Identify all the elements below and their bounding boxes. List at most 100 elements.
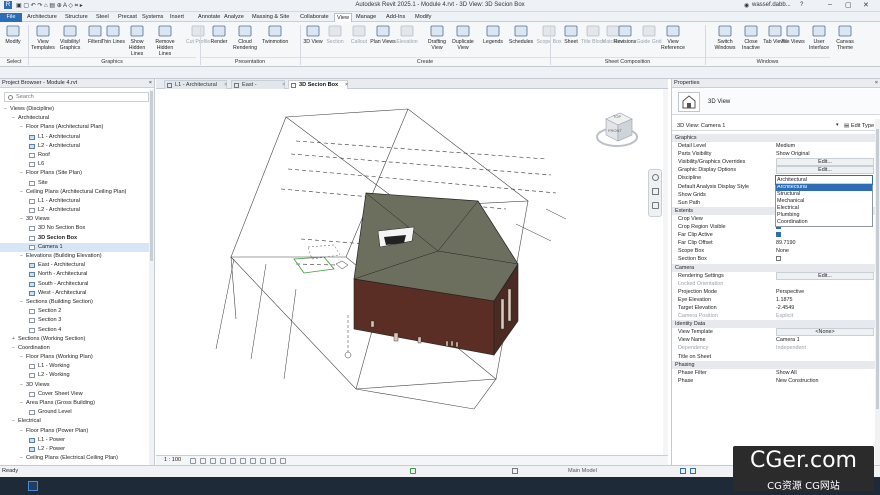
tree-item-camera-1[interactable]: Camera 1 (0, 242, 150, 252)
ribbon-button-view-reference[interactable]: View Reference (660, 24, 686, 51)
active-model[interactable]: Main Model (568, 468, 597, 474)
properties-scrollbar[interactable] (875, 119, 880, 465)
tree-item-floor-plans-working-plan[interactable]: − Floor Plans (Working Plan) (0, 353, 150, 362)
property-value[interactable]: Camera 1 (776, 336, 874, 344)
ribbon-button-modify[interactable]: Modify (0, 24, 26, 45)
tree-toggle-icon[interactable]: − (20, 215, 23, 224)
sun-path-icon[interactable] (210, 458, 216, 464)
render-icon[interactable] (230, 458, 236, 464)
close-icon[interactable]: × (875, 79, 878, 88)
tree-toggle-icon[interactable]: − (20, 381, 23, 390)
chevron-down-icon[interactable]: ▾ (836, 122, 839, 128)
tree-item-architectural[interactable]: − Architectural (0, 114, 150, 123)
property-value[interactable]: New Construction (776, 377, 874, 385)
tree-toggle-icon[interactable]: − (20, 252, 23, 261)
tree-item-ground-level[interactable]: Ground Level (0, 408, 150, 417)
minimize-icon[interactable]: – (828, 1, 832, 8)
show-crop-icon[interactable] (250, 458, 256, 464)
close-icon[interactable]: × (149, 79, 152, 88)
property-section-identity-data[interactable]: Identity Data (672, 320, 876, 329)
ribbon-button-user-interface[interactable]: User Interface (806, 24, 832, 51)
tab-view[interactable]: View (334, 13, 353, 22)
tree-toggle-icon[interactable]: − (20, 188, 23, 197)
dropdown-option-architectural[interactable]: Architectural (776, 184, 872, 191)
ribbon-button-visibility-graphics[interactable]: Visibility/ Graphics (57, 24, 83, 51)
tree-item-l6[interactable]: L6 (0, 160, 150, 169)
ribbon-button-callout[interactable]: Callout (346, 24, 372, 45)
tree-item-sections-working-section[interactable]: + Sections (Working Section) (0, 335, 150, 344)
property-value[interactable] (776, 353, 874, 361)
tree-item-roof[interactable]: Roof (0, 151, 150, 160)
property-value[interactable]: Show All (776, 369, 874, 377)
viewport-scrollbar[interactable] (663, 89, 668, 455)
detail-level-icon[interactable] (190, 458, 196, 464)
tree-toggle-icon[interactable]: − (4, 105, 7, 114)
tab-modify[interactable]: Modify (413, 13, 433, 22)
property-section-graphics[interactable]: Graphics (672, 134, 876, 143)
tree-item-views-discipline[interactable]: − Views (Discipline) (0, 105, 150, 114)
tab-analyze[interactable]: Analyze (222, 13, 246, 22)
tree-item-3d-secion-box[interactable]: 3D Secion Box (0, 234, 150, 243)
tree-item-l1-working[interactable]: L1 - Working (0, 362, 150, 371)
tree-item-ceiling-plans-electrical-ceiling-plan[interactable]: − Ceiling Plans (Electrical Ceiling Plan) (0, 454, 150, 463)
tree-item-section-2[interactable]: Section 2 (0, 307, 150, 316)
dropdown-option-electrical[interactable]: Electrical (776, 205, 872, 212)
property-value[interactable]: None (776, 247, 874, 255)
tree-item-section-4[interactable]: Section 4 (0, 326, 150, 335)
design-options-icon[interactable] (512, 468, 518, 474)
property-edit-button[interactable]: Edit... (776, 158, 874, 167)
revit-taskbar-icon[interactable] (28, 481, 38, 491)
ribbon-button-remove-hidden-lines[interactable]: Remove Hidden Lines (152, 24, 178, 57)
ribbon-button-switch-windows[interactable]: Switch Windows (712, 24, 738, 51)
ribbon-button-show-hidden-lines[interactable]: Show Hidden Lines (124, 24, 150, 57)
tree-item-3d-views[interactable]: −3D Views (0, 215, 150, 224)
tree-item-3d-no-section-box[interactable]: 3D No Section Box (0, 224, 150, 233)
discipline-dropdown[interactable]: Architectural Architectural Structural Mech… (775, 175, 873, 227)
type-selector[interactable]: 3D View (672, 89, 880, 115)
ribbon-button-drafting-view[interactable]: Drafting View (424, 24, 450, 51)
temporary-hide-icon[interactable] (270, 458, 276, 464)
tree-item-south-architectural[interactable]: South - Architectural (0, 280, 150, 289)
steering-wheel-icon[interactable] (652, 174, 659, 181)
tree-item-l1-architectural[interactable]: L1 - Architectural (0, 133, 150, 142)
tab-manage[interactable]: Manage (354, 13, 378, 22)
search-box[interactable] (4, 92, 149, 102)
tree-item-area-plans-gross-building[interactable]: − Area Plans (Gross Building) (0, 399, 150, 408)
tree-toggle-icon[interactable]: + (12, 335, 15, 344)
ribbon-button-guide-grid[interactable]: Guide Grid (636, 24, 662, 45)
tree-item-cover-sheet-view[interactable]: Cover Sheet View (0, 390, 150, 399)
property-value[interactable]: Independent (776, 344, 874, 352)
ribbon-button-view-templates[interactable]: View Templates (30, 24, 56, 51)
property-value[interactable]: Medium (776, 142, 874, 150)
ribbon-button-render[interactable]: Render (206, 24, 232, 45)
property-checkbox[interactable] (776, 232, 781, 238)
3d-viewport[interactable]: TOP FRONT (156, 89, 668, 455)
tree-item-l1-power[interactable]: L1 - Power (0, 436, 150, 445)
worksets-icon[interactable] (410, 468, 416, 474)
scrollbar-thumb[interactable] (150, 91, 153, 261)
tree-item-ceiling-plans-architectural-ceiling-plan[interactable]: − Ceiling Plans (Architectural Ceiling Pl… (0, 188, 150, 197)
tree-toggle-icon[interactable]: − (20, 353, 23, 362)
ribbon-button-cloud-rendering[interactable]: Cloud Rendering (232, 24, 258, 51)
ribbon-button-twinmotion[interactable]: Twinmotion (262, 24, 288, 45)
user-name[interactable]: wassef.dabb... (752, 2, 791, 8)
tree-item-coordination[interactable]: − Coordination (0, 344, 150, 353)
tree-item-floor-plans-power-plan[interactable]: − Floor Plans (Power Plan) (0, 427, 150, 436)
browser-scrollbar[interactable] (149, 89, 154, 465)
view-tab-l1-architectural[interactable]: L1 - Architectural × (164, 80, 227, 89)
tab-file[interactable]: File (0, 13, 22, 22)
view-scale[interactable]: 1 : 100 (164, 457, 181, 463)
3d-model-drawing[interactable] (156, 89, 668, 455)
property-value[interactable]: 89.7190 (776, 239, 874, 247)
viewcube-top-label[interactable]: TOP (613, 114, 621, 119)
tree-item-site[interactable]: Site (0, 179, 150, 188)
user-icon[interactable]: ◉ (744, 2, 749, 9)
viewcube-front-label[interactable]: FRONT (608, 128, 622, 133)
ribbon-button-duplicate-view[interactable]: Duplicate View (450, 24, 476, 51)
property-value[interactable] (776, 280, 874, 288)
tree-item-east-architectural[interactable]: East - Architectural (0, 261, 150, 270)
tree-toggle-icon[interactable]: − (20, 169, 23, 178)
property-value[interactable]: -2.4549 (776, 304, 874, 312)
tab-add-ins[interactable]: Add-Ins (384, 13, 407, 22)
tree-item-l1-architectural[interactable]: L1 - Architectural (0, 197, 150, 206)
